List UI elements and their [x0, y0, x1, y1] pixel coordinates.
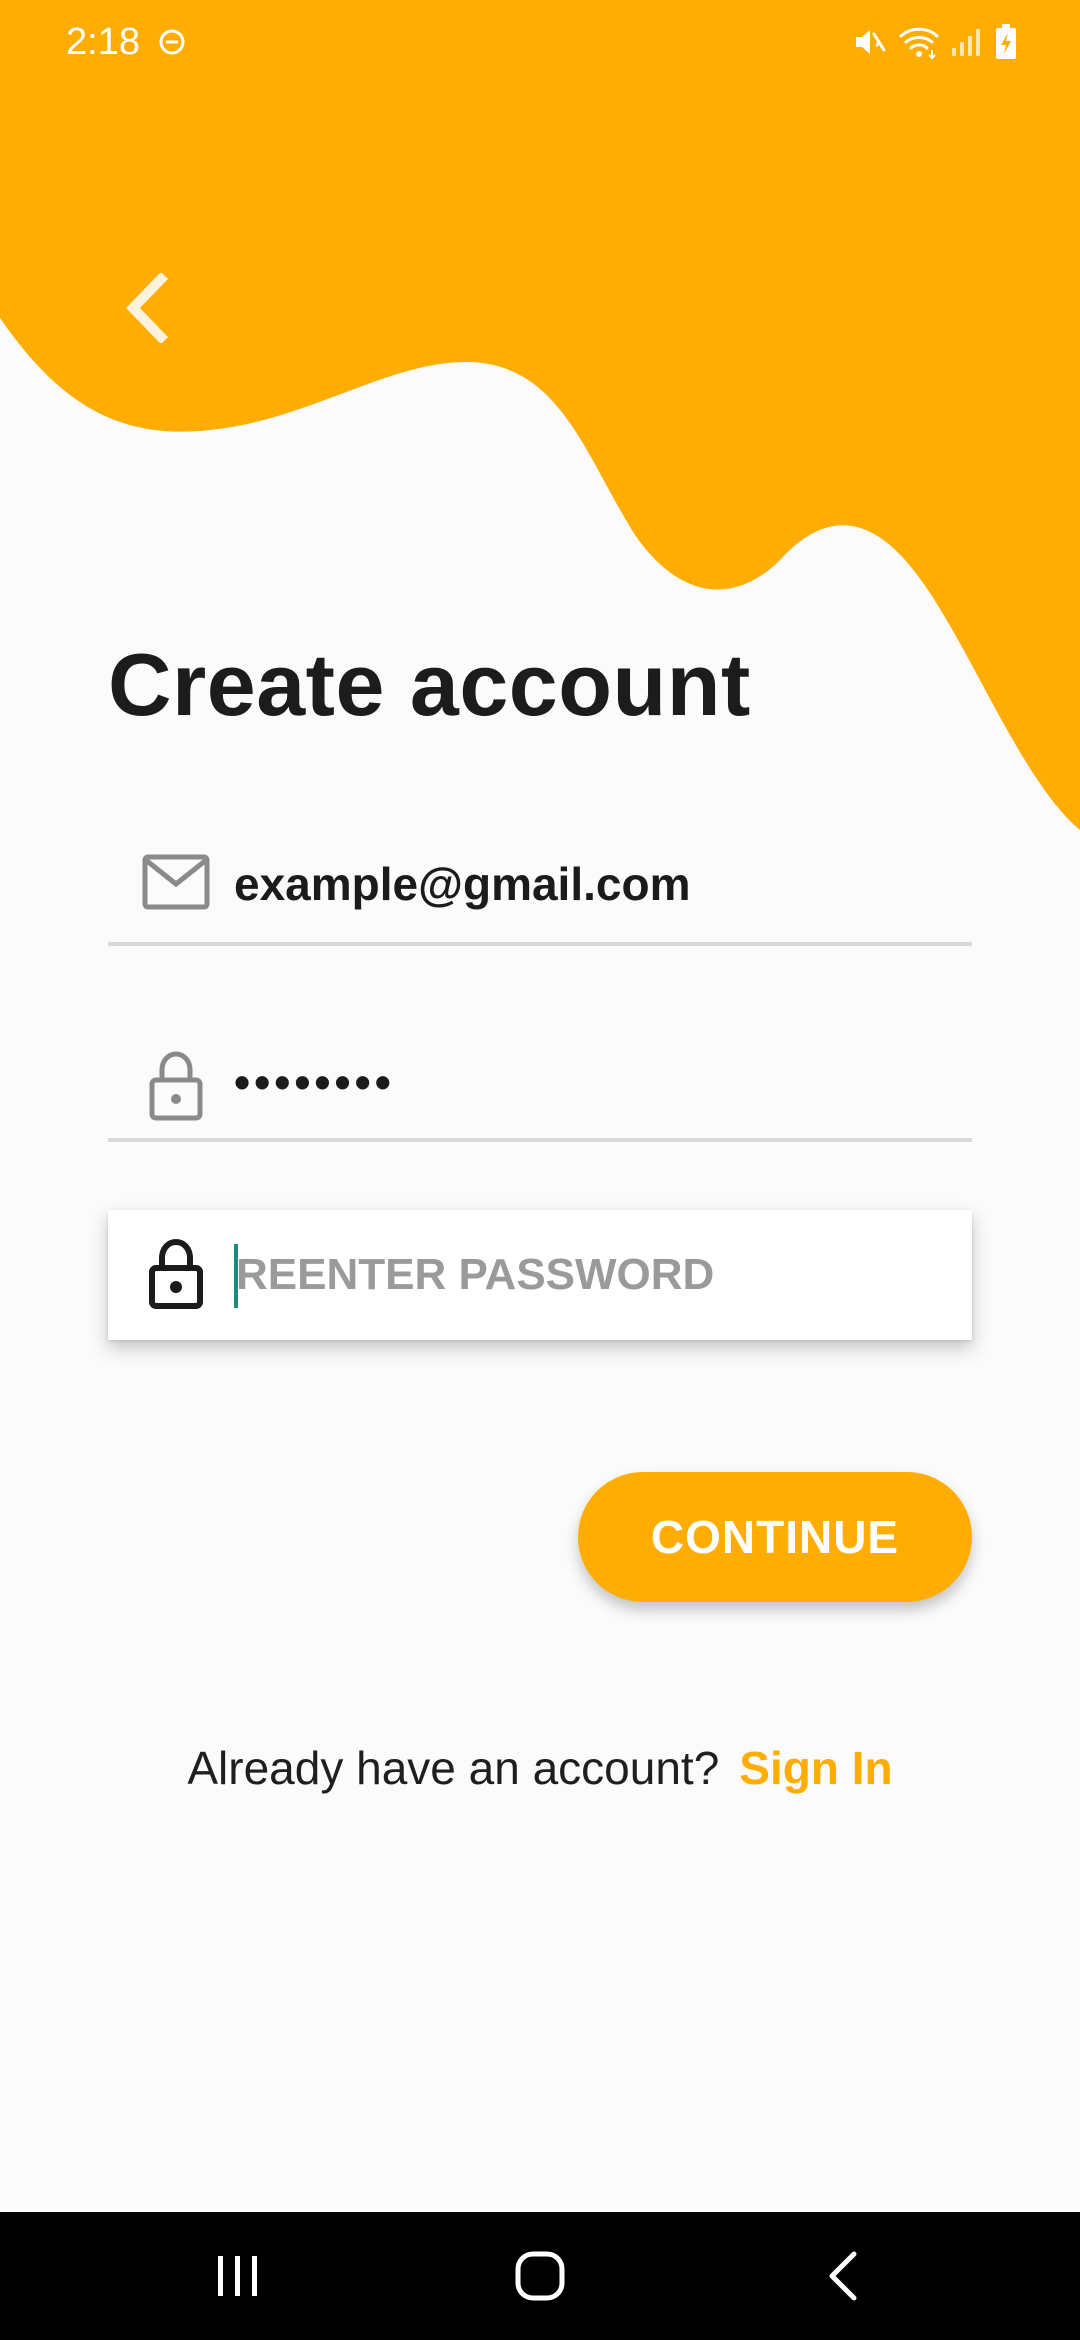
create-account-screen: 2:18 Create account example@gmail.com ••… — [0, 0, 1080, 2340]
mute-icon — [856, 30, 886, 54]
home-button[interactable] — [500, 2236, 580, 2316]
reenter-password-input[interactable] — [236, 1240, 936, 1310]
recents-button[interactable] — [198, 2236, 278, 2316]
wifi-icon — [899, 27, 939, 60]
email-field[interactable]: example@gmail.com — [108, 830, 972, 946]
reenter-password-field[interactable] — [108, 1210, 972, 1340]
back-button[interactable] — [108, 262, 184, 354]
password-underline — [108, 1138, 972, 1142]
mail-icon — [138, 844, 214, 920]
cell-signal-icon — [952, 29, 980, 56]
status-icons — [852, 22, 1018, 62]
status-time: 2:18 — [66, 21, 140, 63]
email-underline — [108, 942, 972, 946]
signin-row: Already have an account? Sign In — [0, 1738, 1080, 1798]
continue-button[interactable]: CONTINUE — [578, 1472, 972, 1602]
password-value: •••••••• — [234, 1056, 395, 1108]
system-nav-bar — [0, 2212, 1080, 2340]
signin-prompt: Already have an account? — [187, 1742, 720, 1794]
chevron-left-icon — [126, 273, 169, 343]
status-bar: 2:18 — [0, 0, 1080, 84]
do-not-disturb-icon — [159, 29, 185, 55]
home-icon — [515, 2251, 565, 2301]
lock-icon — [138, 1236, 214, 1312]
back-icon — [829, 2251, 857, 2301]
password-field[interactable]: •••••••• — [108, 1024, 972, 1142]
lock-icon — [138, 1048, 214, 1124]
battery-charging-icon — [996, 24, 1016, 59]
page-title: Create account — [108, 635, 751, 734]
signin-link[interactable]: Sign In — [739, 1742, 892, 1794]
system-back-button[interactable] — [804, 2236, 884, 2316]
recents-icon — [218, 2256, 257, 2296]
email-value: example@gmail.com — [234, 858, 691, 910]
